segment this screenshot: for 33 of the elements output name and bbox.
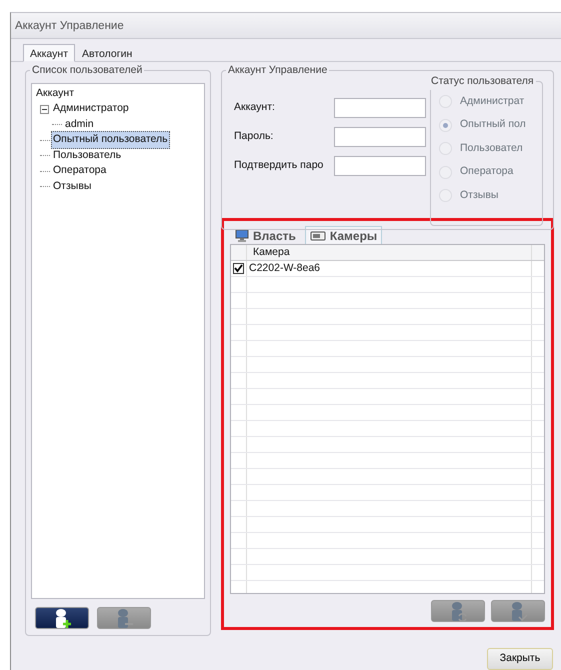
tab[interactable]: Камеры — [304, 226, 382, 244]
radio-label: Опытный пол — [460, 117, 526, 132]
tab[interactable]: Автологин — [75, 44, 140, 61]
monitor-icon — [235, 229, 249, 242]
field-label: Пароль: — [234, 128, 274, 144]
radio-button[interactable] — [439, 118, 452, 132]
window-title: Аккаунт Управление — [15, 20, 124, 32]
radio-label: Пользовател — [460, 140, 523, 156]
radio-label: Отзывы — [460, 188, 498, 203]
radio-label: Администрат — [460, 94, 524, 109]
column-header: Камера — [247, 245, 532, 260]
checkbox[interactable] — [233, 263, 244, 274]
input-field[interactable] — [334, 126, 426, 146]
field-label: Подтвердить паро — [234, 158, 324, 173]
add-user-button[interactable] — [35, 607, 89, 629]
tree-item[interactable]: Отзывы — [51, 178, 94, 196]
close-button[interactable]: Закрыть — [487, 648, 553, 670]
table-cell-text: C2202-W-8ea6 — [249, 260, 320, 276]
collapse-toggle-icon[interactable] — [40, 104, 49, 114]
camera-icon — [310, 230, 326, 240]
tree-item[interactable]: Пользователь — [51, 146, 124, 165]
field-label: Аккаунт: — [234, 100, 276, 115]
input-field[interactable] — [334, 156, 426, 176]
group-title: Статус пользователя — [429, 74, 536, 90]
radio-label: Оператора — [460, 164, 514, 180]
tree-item[interactable]: Опытный пользователь — [51, 131, 170, 150]
tree-item[interactable]: Оператора — [51, 162, 108, 180]
tab[interactable]: Аккаунт — [23, 44, 76, 62]
tree-item[interactable]: admin — [63, 116, 96, 134]
tree-item[interactable]: Аккаунт — [34, 84, 76, 103]
tab[interactable]: Власть — [230, 226, 301, 244]
tree-item[interactable]: Администратор — [51, 100, 131, 118]
input-field[interactable] — [334, 98, 426, 118]
